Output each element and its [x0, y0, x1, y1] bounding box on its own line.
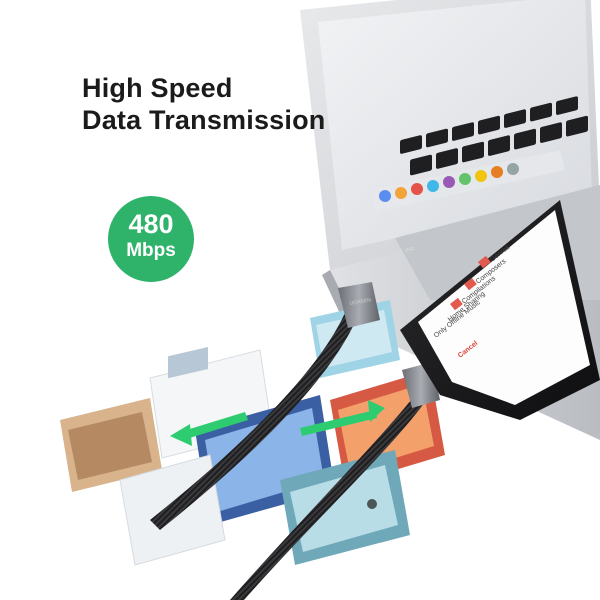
headline: High Speed Data Transmission — [82, 72, 326, 136]
speed-value: 480 — [128, 209, 174, 239]
speed-badge: 480 Mbps — [108, 196, 194, 282]
speed-unit: Mbps — [126, 240, 176, 261]
product-image: esc UGREEN Genres Composers Compilations… — [0, 0, 600, 600]
headline-line-2: Data Transmission — [82, 105, 326, 135]
headline-line-1: High Speed — [82, 73, 233, 103]
